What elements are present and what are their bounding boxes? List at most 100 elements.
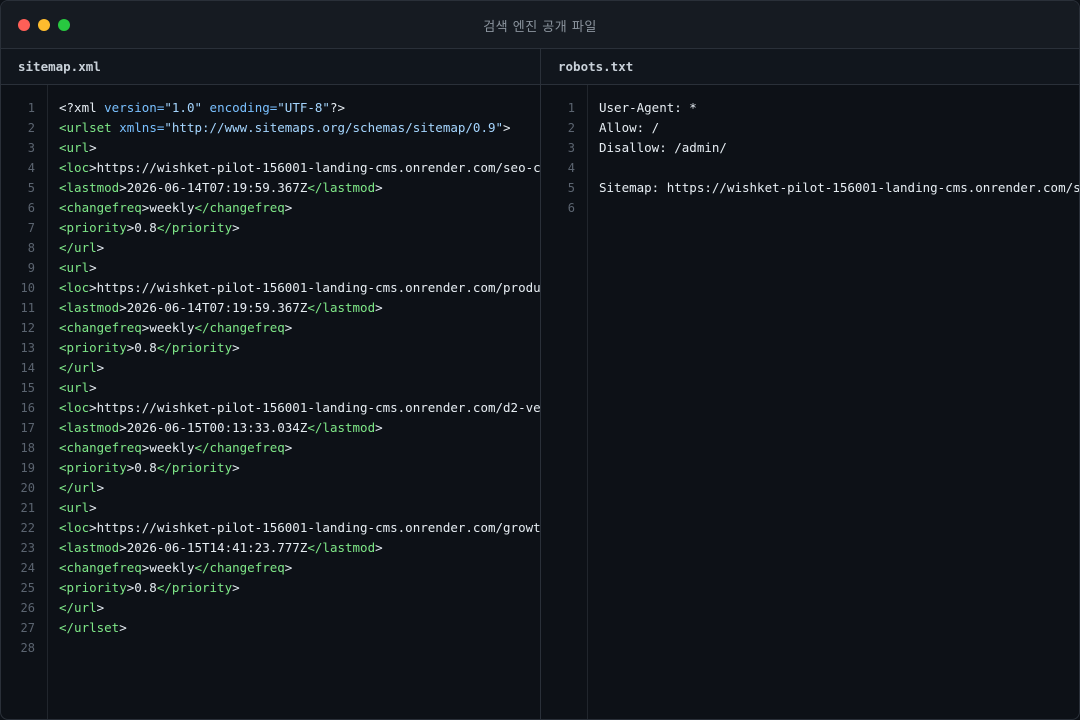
code-line: 21 <url> [1, 498, 540, 518]
code-token: > [96, 480, 105, 495]
code-line: 8 </url> [1, 238, 540, 258]
line-number: 6 [567, 201, 575, 215]
line-number: 1 [567, 101, 575, 115]
line-text: <url> [35, 498, 97, 518]
sitemap-code-view[interactable]: 1 <?xml version="1.0" encoding="UTF-8"?> 2… [1, 85, 540, 658]
code-line: 20 </url> [1, 478, 540, 498]
line-number: 15 [20, 381, 35, 395]
code-line: 6 <changefreq>weekly</changefreq> [1, 198, 540, 218]
code-token: >2026-06-14T07:19:59.367Z [119, 300, 308, 315]
line-number: 5 [27, 181, 35, 195]
code-token: >weekly [141, 320, 195, 335]
code-token: >https://wishket-pilot-156001-landing-cm… [89, 280, 541, 295]
code-token: <url [59, 500, 90, 515]
code-token: Allow: / [599, 120, 660, 135]
code-line: 27 </urlset> [1, 618, 540, 638]
code-token: >2026-06-15T14:41:23.777Z [119, 540, 308, 555]
line-text: <loc>https://wishket-pilot-156001-landin… [35, 518, 540, 538]
line-number: 2 [27, 121, 35, 135]
code-token: > [96, 600, 105, 615]
line-text: <url> [35, 138, 97, 158]
code-line: 23 <lastmod>2026-06-15T14:41:23.777Z</las… [1, 538, 540, 558]
sitemap-file-tab[interactable]: sitemap.xml [1, 49, 540, 85]
code-line: 13 <priority>0.8</priority> [1, 338, 540, 358]
line-text: <priority>0.8</priority> [35, 218, 240, 238]
code-token: </url [59, 360, 97, 375]
line-text: <changefreq>weekly</changefreq> [35, 318, 292, 338]
code-token: <lastmod [59, 300, 120, 315]
code-line: 22 <loc>https://wishket-pilot-156001-land… [1, 518, 540, 538]
code-token: <?xml [59, 100, 105, 115]
code-token: >0.8 [126, 460, 157, 475]
editor-window: 검색 엔진 공개 파일 sitemap.xml 1 <?xml version= "… [0, 0, 1080, 720]
line-text: <lastmod>2026-06-14T07:19:59.367Z</lastm… [35, 298, 383, 318]
code-token: User-Agent: * [599, 100, 697, 115]
line-number: 1 [27, 101, 35, 115]
line-number: 17 [20, 421, 35, 435]
line-number: 19 [20, 461, 35, 475]
line-text: User-Agent: * [575, 98, 697, 118]
code-token: >0.8 [126, 220, 157, 235]
window-title: 검색 엔진 공개 파일 [483, 20, 597, 35]
line-number: 26 [20, 601, 35, 615]
line-number: 6 [27, 201, 35, 215]
code-token: </changefreq [194, 560, 285, 575]
code-token: </lastmod [307, 180, 376, 195]
code-token: > [96, 360, 105, 375]
line-number: 11 [20, 301, 35, 315]
code-line: 26 </url> [1, 598, 540, 618]
line-number: 13 [20, 341, 35, 355]
code-token: >2026-06-15T00:13:33.034Z [119, 420, 308, 435]
code-token: "UTF-8" [277, 100, 330, 115]
code-token: <url [59, 260, 90, 275]
code-token: > [232, 220, 240, 235]
line-text: Sitemap: https://wishket-pilot-156001-la… [575, 178, 1079, 198]
line-text: </url> [35, 358, 104, 378]
code-token: <priority [59, 580, 127, 595]
robots-code-view[interactable]: 1 User-Agent: * 2 Allow: / 3 Disallow: /admin… [541, 85, 1079, 218]
code-line: 14 </url> [1, 358, 540, 378]
code-line: 3 Disallow: /admin/ [541, 138, 1079, 158]
code-token: version= [104, 100, 165, 115]
code-token: >0.8 [126, 340, 157, 355]
line-text: <loc>https://wishket-pilot-156001-landin… [35, 158, 540, 178]
code-token: <urlset [59, 120, 120, 135]
line-number: 8 [27, 241, 35, 255]
line-text: </url> [35, 238, 104, 258]
line-number: 2 [567, 121, 575, 135]
line-number: 23 [20, 541, 35, 555]
code-token: <changefreq [59, 440, 142, 455]
code-line: 4 [541, 158, 1079, 178]
code-token: <loc [59, 520, 90, 535]
code-line: 10 <loc>https://wishket-pilot-156001-land… [1, 278, 540, 298]
code-line: 6 [541, 198, 1079, 218]
code-token: <url [59, 140, 90, 155]
line-number: 12 [20, 321, 35, 335]
code-token: > [375, 540, 383, 555]
code-line: 7 <priority>0.8</priority> [1, 218, 540, 238]
code-token: </priority [156, 460, 233, 475]
robots-file-tab[interactable]: robots.txt [541, 49, 1079, 85]
title-bar: 검색 엔진 공개 파일 [1, 1, 1079, 49]
code-token: <priority [59, 340, 127, 355]
line-text: </urlset> [35, 618, 127, 638]
code-line: 1 <?xml version="1.0" encoding="UTF-8"?> [1, 98, 540, 118]
code-token: Sitemap: https://wishket-pilot-156001-la… [599, 180, 1079, 195]
line-text: </url> [35, 598, 104, 618]
code-token: </lastmod [307, 420, 376, 435]
code-token: <loc [59, 160, 90, 175]
code-token: > [232, 580, 240, 595]
code-token: >2026-06-14T07:19:59.367Z [119, 180, 308, 195]
line-text: <loc>https://wishket-pilot-156001-landin… [35, 398, 541, 418]
code-line: 15 <url> [1, 378, 540, 398]
code-token: ?> [329, 100, 346, 115]
code-token: > [375, 420, 383, 435]
code-token: </url [59, 480, 97, 495]
code-token: <changefreq [59, 560, 142, 575]
code-line: 18 <changefreq>weekly</changefreq> [1, 438, 540, 458]
line-text: <lastmod>2026-06-15T14:41:23.777Z</lastm… [35, 538, 383, 558]
code-token: >https://wishket-pilot-156001-landing-cm… [89, 400, 541, 415]
code-token: "http://www.sitemaps.org/schemas/sitemap… [164, 120, 504, 135]
code-token: <loc [59, 280, 90, 295]
line-number: 4 [27, 161, 35, 175]
